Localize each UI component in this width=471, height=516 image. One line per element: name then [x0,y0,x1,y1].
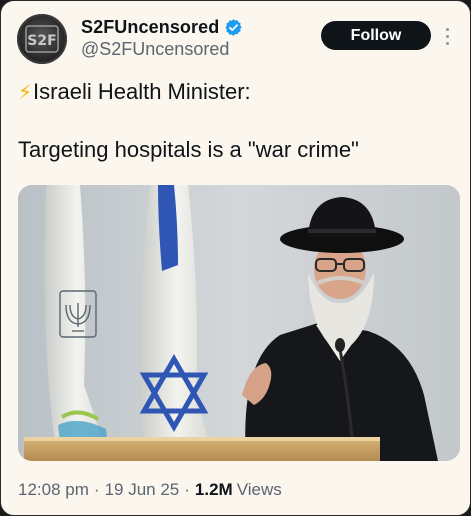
tweet-text-line1-row: ⚡ Israeli Health Minister: [18,79,251,105]
avatar-logo-icon: S2F [25,25,59,53]
follow-button[interactable]: Follow [321,21,431,50]
display-name[interactable]: S2FUncensored [81,17,219,38]
tweet-text-line1: Israeli Health Minister: [33,79,251,104]
avatar-text: S2F [27,33,56,49]
views-label: Views [236,480,282,499]
tweet-card: S2F S2FUncensored @S2FUncensored Follow … [0,0,471,516]
tweet-date[interactable]: 19 Jun 25 [105,480,180,500]
meta-separator: · [93,480,100,499]
handle[interactable]: @S2FUncensored [81,39,229,60]
tweet-media-photo[interactable] [18,185,460,461]
verified-badge-icon [225,19,242,36]
photo-illustration [18,185,460,461]
more-vertical-icon[interactable] [437,19,457,53]
meta-separator: · [184,480,190,499]
lightning-emoji-icon: ⚡ [18,81,33,104]
tweet-time[interactable]: 12:08 pm [18,480,89,500]
avatar[interactable]: S2F [17,14,67,64]
tweet-text-line2: Targeting hospitals is a "war crime" [18,137,359,162]
author-name-row[interactable]: S2FUncensored [81,17,243,38]
tweet-meta: 12:08 pm · 19 Jun 25 · 1.2M Views [18,480,282,500]
views-count: 1.2M [194,480,233,499]
